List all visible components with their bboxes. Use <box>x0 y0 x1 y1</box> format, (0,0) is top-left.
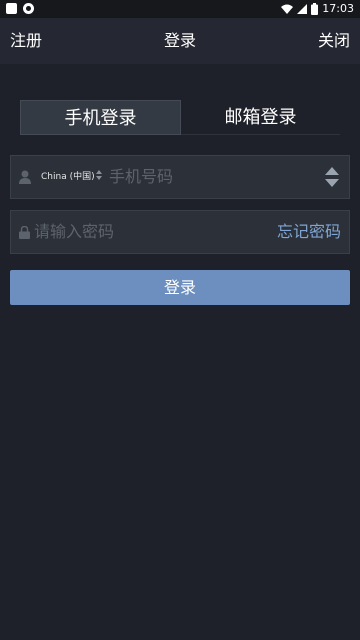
password-field[interactable]: 请输入密码 忘记密码 <box>10 210 350 254</box>
status-time: 17:03 <box>322 2 354 15</box>
status-right: 17:03 <box>281 2 354 16</box>
close-button[interactable]: 关闭 <box>318 30 350 52</box>
nav-bar: 注册 登录 关闭 <box>0 18 360 64</box>
phone-input[interactable]: 手机号码 <box>109 166 173 188</box>
password-input[interactable]: 请输入密码 <box>34 221 114 243</box>
signal-icon <box>297 4 308 14</box>
lock-icon <box>19 226 30 239</box>
phone-field[interactable]: China (中国) 手机号码 <box>10 155 350 199</box>
forgot-password-link[interactable]: 忘记密码 <box>277 221 341 243</box>
user-icon <box>19 170 31 184</box>
notification-square-icon <box>6 3 17 14</box>
status-bar: 17:03 <box>0 0 360 18</box>
tab-phone-login[interactable]: 手机登录 <box>20 100 181 135</box>
login-button[interactable]: 登录 <box>10 270 350 305</box>
login-tabs: 手机登录 邮箱登录 <box>20 100 340 135</box>
country-selector[interactable]: China (中国) <box>41 171 95 183</box>
wifi-icon <box>281 4 294 14</box>
page-title: 登录 <box>163 31 196 50</box>
sort-arrows-icon[interactable] <box>325 167 339 187</box>
tab-email-login[interactable]: 邮箱登录 <box>181 100 340 135</box>
app-circle-icon <box>23 3 34 14</box>
battery-icon <box>311 3 319 15</box>
status-left <box>6 3 34 14</box>
country-dropdown-icon[interactable] <box>96 170 102 180</box>
